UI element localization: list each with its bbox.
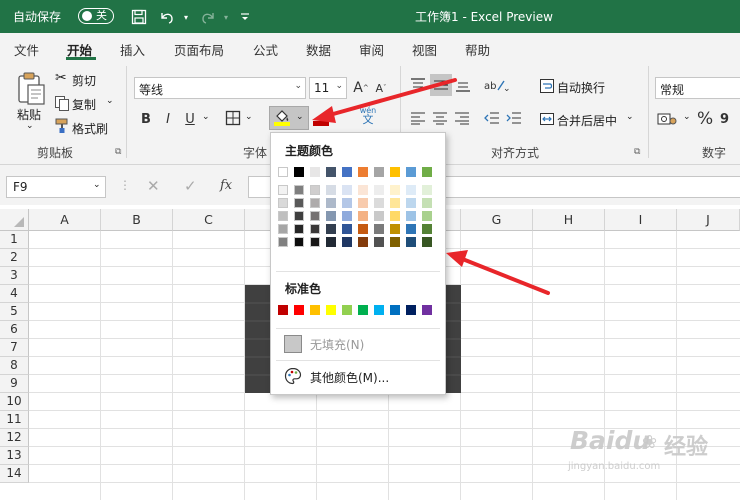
paw-icon: ❀	[642, 432, 658, 453]
arrow-to-theme-colors	[446, 250, 550, 295]
watermark-url: jingyan.baidu.com	[568, 461, 661, 472]
arrow-to-fill-button	[312, 78, 457, 123]
watermark-brand: Baidu	[570, 426, 651, 455]
watermark-brand-cn: 经验	[664, 435, 709, 460]
watermark: Baidu ❀ 经验 jingyan.baidu.com	[562, 418, 737, 498]
